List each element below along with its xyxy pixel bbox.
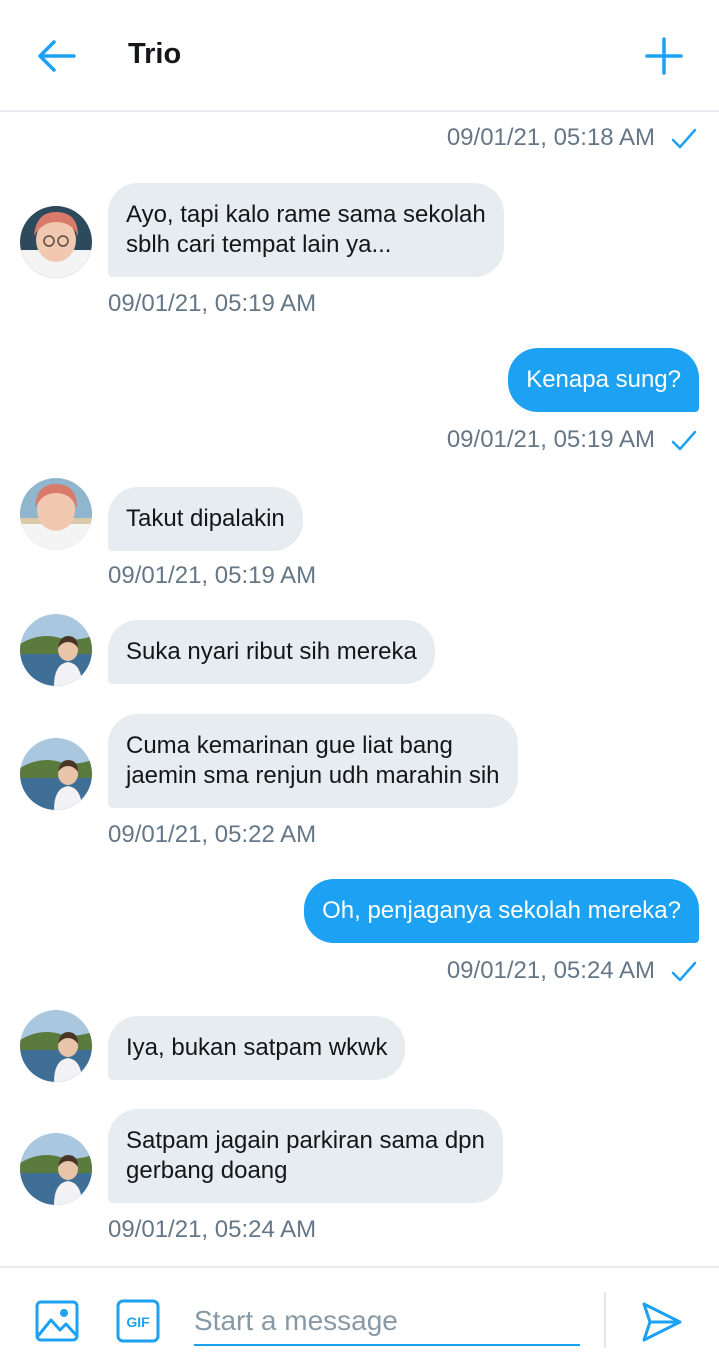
message-text: Suka nyari ribut sih mereka: [126, 638, 417, 665]
message-text-line: Ayo, tapi kalo rame sama sekolah: [126, 201, 486, 228]
message-text-line: sblh cari tempat lain ya...: [126, 231, 392, 258]
add-media-button[interactable]: [34, 1298, 80, 1344]
send-button[interactable]: [638, 1298, 686, 1346]
send-icon: [642, 1302, 682, 1342]
message-timestamp: 09/01/21, 05:19 AM: [108, 290, 317, 317]
check-icon: [671, 430, 697, 451]
message-bubble-incoming[interactable]: Satpam jagain parkiran sama dpn gerbang …: [108, 1109, 503, 1203]
message-text: Takut dipalakin: [126, 505, 285, 532]
avatar-beach[interactable]: [20, 614, 92, 686]
message-text-line: Satpam jagain parkiran sama dpn: [126, 1127, 485, 1154]
message-timestamp: 09/01/21, 05:19 AM: [446, 426, 655, 453]
message-timestamp: 09/01/21, 05:19 AM: [108, 562, 317, 589]
message-bubble-incoming[interactable]: Ayo, tapi kalo rame sama sekolah sblh ca…: [108, 183, 504, 277]
conversation-title: Trio: [128, 38, 182, 70]
avatar-pink-hair[interactable]: [20, 478, 92, 550]
plus-icon: [645, 37, 683, 75]
avatar-pink-hair[interactable]: [20, 206, 92, 278]
gif-label: GIF: [126, 1314, 150, 1330]
message-composer: GIF: [0, 1266, 719, 1362]
message-text-line: jaemin sma renjun udh marahin sih: [126, 762, 500, 789]
avatar-beach[interactable]: [20, 1133, 92, 1205]
message-bubble-outgoing[interactable]: Kenapa sung?: [508, 348, 699, 412]
check-icon: [671, 128, 697, 149]
composer-divider: [604, 1292, 606, 1348]
message-bubble-outgoing[interactable]: Oh, penjaganya sekolah mereka?: [304, 879, 699, 943]
message-timestamp: 09/01/21, 05:22 AM: [108, 821, 317, 848]
message-bubble-incoming[interactable]: Suka nyari ribut sih mereka: [108, 620, 435, 684]
message-timestamp: 09/01/21, 05:24 AM: [446, 957, 655, 984]
message-text: Oh, penjaganya sekolah mereka?: [322, 897, 681, 924]
avatar-beach[interactable]: [20, 1010, 92, 1082]
check-icon: [671, 961, 697, 982]
message-timestamp: 09/01/21, 05:24 AM: [108, 1216, 317, 1243]
message-bubble-incoming[interactable]: Iya, bukan satpam wkwk: [108, 1016, 406, 1080]
image-icon: [35, 1300, 79, 1342]
message-text: Kenapa sung?: [526, 366, 681, 393]
arrow-left-icon: [38, 40, 76, 72]
gif-button[interactable]: GIF: [116, 1299, 160, 1343]
new-button[interactable]: [638, 30, 690, 82]
message-timestamp: 09/01/21, 05:18 AM: [446, 124, 655, 151]
message-bubble-incoming[interactable]: Takut dipalakin: [108, 487, 303, 551]
conversation-header: Trio: [0, 0, 719, 112]
message-bubble-incoming[interactable]: Cuma kemarinan gue liat bang jaemin sma …: [108, 714, 518, 808]
message-text: Iya, bukan satpam wkwk: [126, 1034, 388, 1061]
message-input[interactable]: [194, 1298, 580, 1346]
avatar-beach[interactable]: [20, 738, 92, 810]
message-text-line: Cuma kemarinan gue liat bang: [126, 732, 453, 759]
message-text-line: gerbang doang: [126, 1157, 288, 1184]
gif-icon: GIF: [116, 1299, 160, 1343]
back-button[interactable]: [30, 32, 82, 80]
